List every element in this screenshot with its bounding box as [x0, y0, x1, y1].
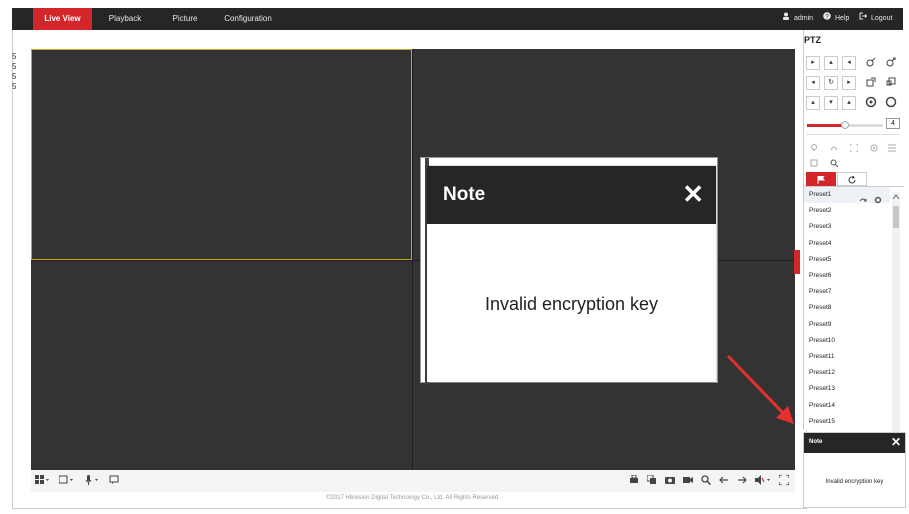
ptz-right-up-button[interactable]: ◂	[842, 56, 856, 70]
help-link[interactable]: ? Help	[823, 8, 849, 30]
menu-icon[interactable]	[888, 139, 896, 157]
record-icon[interactable]	[683, 475, 693, 489]
iris-close-icon[interactable]	[884, 96, 898, 110]
tab-live-view[interactable]: Live View	[33, 8, 92, 30]
ptz-title: PTZ	[804, 35, 821, 45]
print-icon[interactable]	[629, 474, 639, 489]
stream-type-icon[interactable]	[58, 475, 73, 489]
username-label: admin	[794, 15, 814, 22]
user-menu[interactable]: admin	[782, 8, 813, 30]
preset-scrollbar[interactable]	[892, 192, 900, 432]
microphone-icon[interactable]	[85, 475, 99, 489]
ptz-left-button[interactable]: ◂	[806, 76, 820, 90]
set-preset-icon[interactable]	[874, 191, 882, 209]
preset-item[interactable]: Preset5	[804, 252, 890, 268]
next-icon[interactable]	[737, 475, 747, 489]
iris-open-icon[interactable]	[864, 96, 878, 110]
slider-fill	[807, 124, 845, 127]
preset-item[interactable]: Preset10	[804, 333, 890, 349]
tab-picture[interactable]: Picture	[164, 8, 206, 30]
preset-item[interactable]: Preset11	[804, 349, 890, 365]
help-label: Help	[835, 15, 850, 22]
manual-track-icon[interactable]	[810, 154, 818, 172]
ptz-speed-value: 4	[886, 118, 900, 129]
tab-patrol[interactable]	[837, 172, 867, 186]
ptz-aux-controls	[806, 134, 900, 168]
mini-note-title: Note	[809, 439, 823, 445]
talk-icon[interactable]	[109, 475, 119, 489]
ptz-left-up-button[interactable]: ▸	[806, 56, 820, 70]
preset-item[interactable]: Preset6	[804, 268, 890, 284]
tab-configuration[interactable]: Configuration	[218, 8, 278, 30]
channel-mark[interactable]: 5	[12, 82, 16, 92]
video-window-1[interactable]	[31, 49, 412, 260]
zoom-3d-icon[interactable]	[830, 154, 839, 172]
live-view-toolbar	[31, 470, 795, 492]
help-icon: ?	[823, 8, 831, 30]
zoom-out-icon[interactable]	[884, 56, 898, 70]
preset-item[interactable]: Preset9	[804, 317, 890, 333]
preset-item[interactable]: Preset14	[804, 398, 890, 414]
channel-mark[interactable]: 5	[12, 62, 16, 72]
close-icon[interactable]: ✕	[682, 180, 704, 208]
copy-icon[interactable]	[646, 474, 657, 489]
channel-list-edge: 5 5 5 5	[12, 52, 16, 92]
window-layout-icon[interactable]	[35, 475, 49, 489]
top-nav-bar: Live View Playback Picture Configuration…	[12, 8, 903, 30]
focus-near-icon[interactable]	[864, 76, 878, 90]
mini-note-header: Note ✕	[804, 433, 905, 453]
user-icon	[782, 8, 790, 30]
ptz-up-button[interactable]: ▴	[824, 56, 838, 70]
preset-item[interactable]: Preset13	[804, 381, 890, 397]
ptz-right-down-button[interactable]: ▴	[842, 96, 856, 110]
ptz-panel: PTZ ▸ ▴ ◂ ◂ ↻ ▸ ▴ ▾ ▴ 4 Preset1 Preset2 …	[803, 30, 904, 432]
dialog-title: Note	[443, 184, 486, 205]
tab-preset[interactable]	[806, 172, 836, 186]
logout-icon	[859, 8, 868, 30]
preset-item[interactable]: Preset12	[804, 365, 890, 381]
panel-collapse-handle[interactable]	[794, 250, 800, 274]
channel-mark[interactable]: 5	[12, 52, 16, 62]
focus-assist-icon[interactable]	[849, 139, 859, 157]
preset-item[interactable]: Preset7	[804, 284, 890, 300]
copyright-text: ©2017 Hikvision Digital Technology Co., …	[326, 495, 500, 501]
preset-item[interactable]: Preset15	[804, 414, 890, 430]
slider-thumb[interactable]	[841, 121, 849, 129]
zoom-icon[interactable]	[701, 475, 712, 489]
logout-link[interactable]: Logout	[859, 8, 892, 30]
logout-label: Logout	[871, 15, 893, 22]
preset-item[interactable]: Preset4	[804, 236, 890, 252]
channel-mark[interactable]: 5	[12, 72, 16, 82]
ptz-speed-slider[interactable]	[807, 121, 883, 129]
mini-note-dialog: Note ✕ Invalid encryption key	[803, 432, 906, 508]
camera-icon[interactable]	[665, 475, 675, 489]
focus-far-icon[interactable]	[884, 76, 898, 90]
flag-icon	[817, 175, 825, 184]
preset-item[interactable]: Preset3	[804, 219, 890, 235]
refresh-icon	[848, 175, 856, 184]
ptz-auto-button[interactable]: ↻	[824, 76, 838, 90]
preset-item[interactable]: Preset8	[804, 300, 890, 316]
preset-tabs	[804, 172, 904, 187]
tab-playback[interactable]: Playback	[100, 8, 150, 30]
dialog-header: Note ✕	[427, 166, 716, 224]
close-icon[interactable]: ✕	[891, 435, 901, 449]
mini-note-message: Invalid encryption key	[825, 479, 884, 485]
scroll-thumb[interactable]	[893, 206, 899, 228]
previous-icon[interactable]	[719, 475, 729, 489]
zoom-in-icon[interactable]	[864, 56, 878, 70]
fullscreen-icon[interactable]	[778, 474, 790, 489]
preset-list: Preset1 Preset2 Preset3 Preset4 Preset5 Prese…	[804, 187, 904, 431]
ptz-right-button[interactable]: ▸	[842, 76, 856, 90]
call-preset-icon[interactable]	[859, 191, 867, 209]
ptz-left-down-button[interactable]: ▴	[806, 96, 820, 110]
volume-icon[interactable]	[755, 475, 771, 489]
scroll-up-icon[interactable]	[892, 194, 900, 202]
dialog-message: Invalid encryption key	[484, 294, 659, 314]
lens-init-icon[interactable]	[870, 139, 878, 157]
annotation-arrow-icon	[726, 354, 794, 424]
video-window-3[interactable]	[31, 261, 412, 470]
ptz-down-button[interactable]: ▾	[824, 96, 838, 110]
note-dialog: Note ✕ Invalid encryption key	[427, 166, 716, 382]
